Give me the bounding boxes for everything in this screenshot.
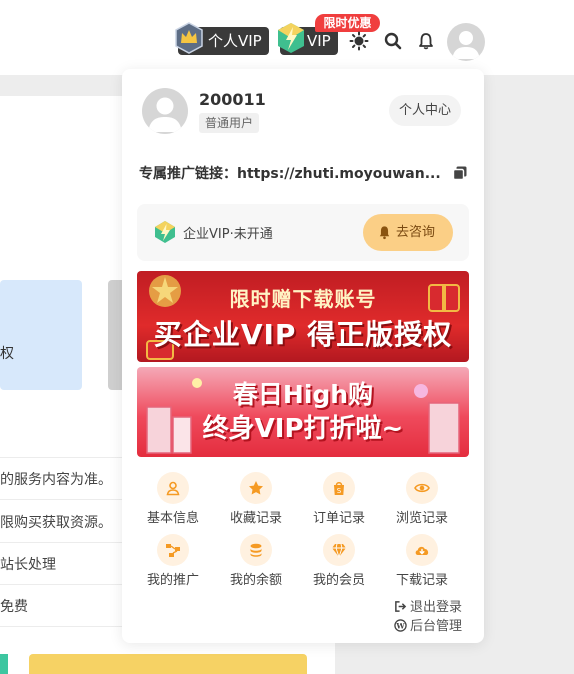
consult-button[interactable]: 去咨询 bbox=[363, 214, 453, 251]
menu-my-membership-label: 我的会员 bbox=[312, 573, 365, 588]
menu-my-balance[interactable]: 我的余额 bbox=[216, 534, 296, 588]
divider bbox=[0, 499, 122, 500]
promo-link[interactable]: 专属推广链接：https://zhuti.moyouwan... bbox=[139, 163, 449, 183]
banner-headline: 春日High购 bbox=[232, 380, 374, 409]
menu-browse-history-label: 浏览记录 bbox=[395, 511, 448, 526]
limited-offer-badge: 限时优惠 bbox=[315, 14, 380, 32]
info-card-text: 权 bbox=[0, 346, 14, 362]
page-text-line: 免费 bbox=[0, 599, 28, 615]
cloud-download-icon bbox=[406, 534, 438, 566]
page-text-line: 的服务内容为准。 bbox=[0, 472, 112, 488]
menu-download-history-label: 下载记录 bbox=[395, 573, 448, 588]
user-icon bbox=[157, 472, 189, 504]
crown-gem-icon bbox=[175, 22, 203, 54]
menu-my-referrals[interactable]: 我的推广 bbox=[133, 534, 213, 588]
promo-banner-spring[interactable]: 春日High购 终身VIP打折啦~ bbox=[137, 367, 469, 457]
menu-avatar[interactable] bbox=[142, 88, 188, 134]
user-avatar[interactable] bbox=[447, 23, 485, 61]
lightning-gem-icon bbox=[278, 23, 304, 53]
username: 200011 bbox=[199, 90, 266, 109]
menu-basic-info[interactable]: 基本信息 bbox=[133, 472, 213, 526]
search-icon[interactable] bbox=[383, 31, 403, 51]
divider bbox=[0, 626, 122, 627]
theme-toggle-icon[interactable] bbox=[349, 31, 369, 51]
divider bbox=[0, 457, 122, 458]
enterprise-vip-label: VIP bbox=[307, 32, 331, 50]
top-header: 个人VIP VIP 限时优惠 bbox=[0, 0, 574, 75]
banner-headline: 限时赠下载账号 bbox=[229, 287, 377, 311]
banner-subline: 终身VIP打折啦~ bbox=[202, 414, 404, 444]
menu-basic-info-label: 基本信息 bbox=[146, 511, 199, 526]
enterprise-vip-status: 企业VIP·未开通 bbox=[183, 227, 273, 242]
green-button-edge[interactable] bbox=[0, 654, 8, 674]
consult-button-label: 去咨询 bbox=[396, 225, 436, 240]
menu-orders[interactable]: S 订单记录 bbox=[299, 472, 379, 526]
star-icon bbox=[240, 472, 272, 504]
logout-link[interactable]: 退出登录 bbox=[394, 596, 462, 615]
admin-label: 后台管理 bbox=[410, 619, 463, 634]
page-text-line: 限购买获取资源。 bbox=[0, 515, 112, 531]
sign-out-icon bbox=[395, 601, 407, 612]
svg-text:W: W bbox=[395, 621, 405, 630]
divider bbox=[0, 584, 122, 585]
default-avatar-icon bbox=[452, 31, 480, 59]
coins-icon bbox=[240, 534, 272, 566]
menu-my-balance-label: 我的余额 bbox=[229, 573, 282, 588]
menu-orders-label: 订单记录 bbox=[312, 511, 365, 526]
diamond-icon bbox=[323, 534, 355, 566]
page-text-line: 站长处理 bbox=[0, 557, 56, 573]
personal-vip-label: 个人VIP bbox=[208, 32, 262, 50]
enterprise-vip-status-box: 企业VIP·未开通 去咨询 bbox=[137, 204, 469, 261]
logout-label: 退出登录 bbox=[410, 600, 463, 615]
shopping-bag-icon: S bbox=[323, 472, 355, 504]
svg-text:S: S bbox=[337, 487, 342, 495]
copy-icon[interactable] bbox=[452, 165, 468, 181]
menu-my-membership[interactable]: 我的会员 bbox=[299, 534, 379, 588]
yellow-button[interactable] bbox=[29, 654, 307, 674]
share-nodes-icon bbox=[157, 534, 189, 566]
info-card bbox=[0, 280, 82, 390]
wordpress-icon: W bbox=[394, 619, 407, 632]
menu-favorites[interactable]: 收藏记录 bbox=[216, 472, 296, 526]
eye-icon bbox=[406, 472, 438, 504]
promo-link-url: https://zhuti.moyouwan... bbox=[237, 166, 441, 182]
promo-link-label: 专属推广链接： bbox=[139, 166, 237, 182]
menu-my-referrals-label: 我的推广 bbox=[146, 573, 199, 588]
bell-icon[interactable] bbox=[416, 31, 436, 51]
divider bbox=[0, 542, 122, 543]
menu-download-history[interactable]: 下载记录 bbox=[382, 534, 462, 588]
user-role-badge: 普通用户 bbox=[199, 113, 260, 133]
admin-link[interactable]: W 后台管理 bbox=[394, 615, 462, 634]
menu-browse-history[interactable]: 浏览记录 bbox=[382, 472, 462, 526]
menu-favorites-label: 收藏记录 bbox=[229, 511, 282, 526]
user-center-button[interactable]: 个人中心 bbox=[389, 95, 461, 126]
lightning-gem-icon bbox=[155, 221, 175, 243]
promo-banner-enterprise[interactable]: 限时赠下载账号 买企业VIP 得正版授权 bbox=[137, 271, 469, 362]
user-dropdown-menu: 200011 普通用户 个人中心 专属推广链接：https://zhuti.mo… bbox=[122, 69, 484, 643]
default-avatar-icon bbox=[148, 97, 182, 132]
bell-icon bbox=[379, 226, 390, 240]
banner-subline: 买企业VIP 得正版授权 bbox=[153, 318, 453, 351]
personal-vip-button[interactable]: 个人VIP bbox=[175, 22, 269, 55]
